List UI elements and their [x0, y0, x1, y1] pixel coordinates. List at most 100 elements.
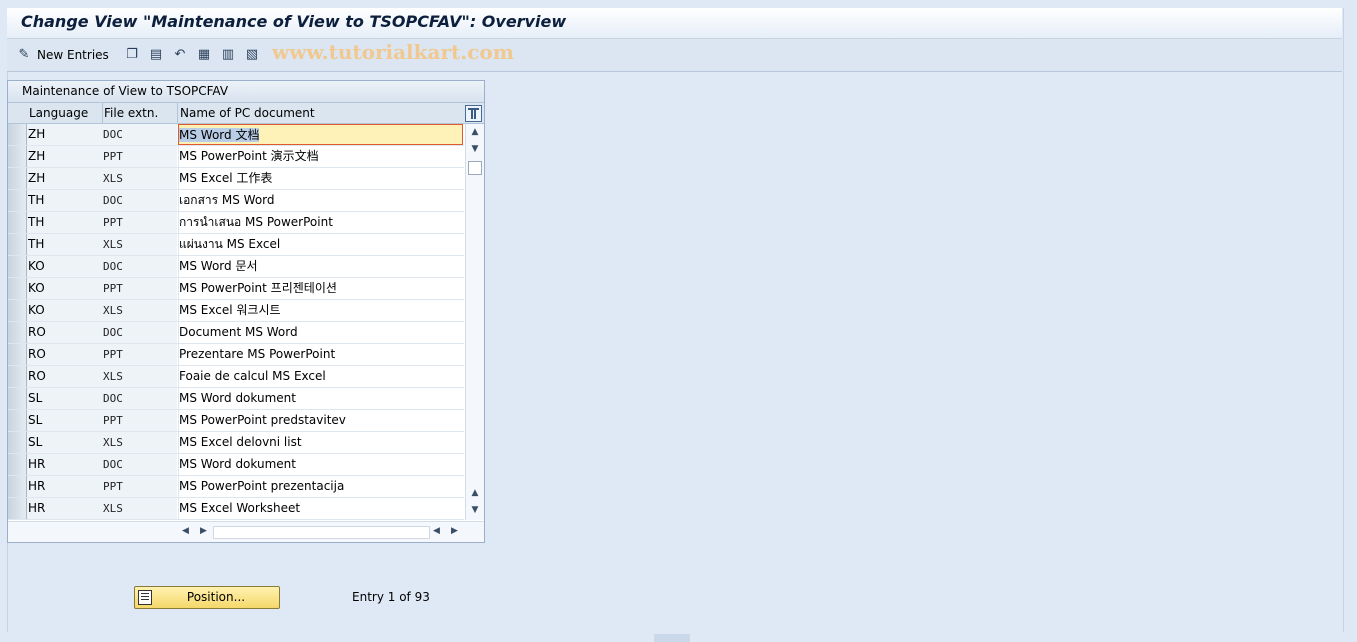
cell-name-input[interactable]: Prezentare MS PowerPoint [178, 344, 463, 365]
column-header-language[interactable]: Language [29, 106, 88, 120]
cell-language: ZH [28, 127, 46, 141]
table-row[interactable]: SL PPT MS PowerPoint predstavitev [8, 410, 464, 432]
table-row[interactable]: TH XLS แผ่นงาน MS Excel [8, 234, 464, 256]
row-selector[interactable] [8, 498, 27, 519]
cell-name-input[interactable]: MS Excel 워크시트 [178, 300, 463, 321]
vertical-scrollbar[interactable]: ▲ ▼ ▲ ▼ [465, 124, 484, 520]
cell-name-text: MS Excel Worksheet [179, 501, 301, 515]
scroll-right-icon[interactable]: ▶ [200, 526, 207, 536]
cell-name-input[interactable]: MS Excel 工作表 [178, 168, 463, 189]
row-selector[interactable] [8, 476, 27, 497]
cell-extension: DOC [103, 128, 123, 141]
cell-name-text: MS Word 문서 [179, 259, 258, 273]
cell-name-input[interactable]: MS Excel Worksheet [178, 498, 463, 519]
cell-name-input[interactable]: MS Word 문서 [178, 256, 463, 277]
scroll-bottom-icon[interactable]: ▼ [470, 505, 480, 515]
cell-name-input[interactable]: MS Word dokument [178, 388, 463, 409]
cell-language: SL [28, 435, 43, 449]
row-selector[interactable] [8, 256, 27, 277]
cell-name-input[interactable]: Foaie de calcul MS Excel [178, 366, 463, 387]
row-selector[interactable] [8, 300, 27, 321]
table-row[interactable]: SL DOC MS Word dokument [8, 388, 464, 410]
cell-name-input[interactable]: MS Excel delovni list [178, 432, 463, 453]
row-selector[interactable] [8, 454, 27, 475]
cell-language: RO [28, 325, 46, 339]
cell-name-text: MS Excel 워크시트 [179, 303, 281, 317]
table-row[interactable]: ZH PPT MS PowerPoint 演示文档 [8, 146, 464, 168]
scroll-track[interactable] [213, 526, 430, 539]
row-selector[interactable] [8, 190, 27, 211]
row-selector[interactable] [8, 234, 27, 255]
cell-name-input[interactable]: MS PowerPoint 演示文档 [178, 146, 463, 167]
new-entries-button[interactable]: ✎ New Entries [17, 46, 109, 64]
row-selector[interactable] [8, 366, 27, 387]
cell-name-input[interactable]: MS PowerPoint 프리젠테이션 [178, 278, 463, 299]
undo-icon: ↶ [174, 47, 186, 62]
cell-language: TH [28, 237, 45, 251]
scroll-up-icon[interactable]: ▼ [470, 144, 480, 154]
scroll-left-icon[interactable]: ◀ [182, 526, 189, 536]
table-row[interactable]: KO PPT MS PowerPoint 프리젠테이션 [8, 278, 464, 300]
cell-name-input[interactable]: MS PowerPoint prezentacija [178, 476, 463, 497]
row-selector[interactable] [8, 432, 27, 453]
column-header-name[interactable]: Name of PC document [180, 106, 315, 120]
cell-name-text: Document MS Word [179, 325, 298, 339]
deselect-all-button[interactable]: ▧ [245, 46, 259, 64]
cell-name-text: MS PowerPoint predstavitev [179, 413, 346, 427]
table-row[interactable]: SL XLS MS Excel delovni list [8, 432, 464, 454]
row-selector[interactable] [8, 344, 27, 365]
scroll-left-end-icon[interactable]: ◀ [433, 526, 440, 536]
row-selector[interactable] [8, 146, 27, 167]
scroll-right-end-icon[interactable]: ▶ [451, 526, 458, 536]
undo-button[interactable]: ↶ [173, 46, 187, 64]
cell-language: KO [28, 281, 45, 295]
watermark: www.tutorialkart.com [272, 40, 514, 64]
table-row[interactable]: ZH XLS MS Excel 工作表 [8, 168, 464, 190]
scroll-top-icon[interactable]: ▲ [470, 127, 480, 137]
cell-language: SL [28, 391, 43, 405]
scrollbar-thumb[interactable] [468, 161, 482, 175]
cell-extension: DOC [103, 326, 123, 339]
table-row[interactable]: ZH DOC MS Word 文档 [8, 124, 464, 146]
scroll-down-icon[interactable]: ▲ [470, 488, 480, 498]
cell-name-input[interactable]: เอกสาร MS Word [178, 190, 463, 211]
table-row[interactable]: RO XLS Foaie de calcul MS Excel [8, 366, 464, 388]
row-selector[interactable] [8, 322, 27, 343]
table-row[interactable]: RO PPT Prezentare MS PowerPoint [8, 344, 464, 366]
table-row[interactable]: TH PPT การนำเสนอ MS PowerPoint [8, 212, 464, 234]
cell-name-input[interactable]: Document MS Word [178, 322, 463, 343]
table-row[interactable]: KO XLS MS Excel 워크시트 [8, 300, 464, 322]
table-row[interactable]: HR PPT MS PowerPoint prezentacija [8, 476, 464, 498]
table-row[interactable]: TH DOC เอกสาร MS Word [8, 190, 464, 212]
table-row[interactable]: RO DOC Document MS Word [8, 322, 464, 344]
table-settings-icon[interactable] [465, 105, 482, 122]
window-edge [1348, 0, 1357, 642]
cell-name-input[interactable]: MS Word dokument [178, 454, 463, 475]
row-selector[interactable] [8, 212, 27, 233]
cell-name-input[interactable]: MS PowerPoint predstavitev [178, 410, 463, 431]
row-selector[interactable] [8, 388, 27, 409]
cell-name-input[interactable]: แผ่นงาน MS Excel [178, 234, 463, 255]
row-selector[interactable] [8, 278, 27, 299]
select-block-button[interactable]: ▥ [221, 46, 235, 64]
row-selector[interactable] [8, 410, 27, 431]
cell-extension: DOC [103, 458, 123, 471]
position-button[interactable]: Position... [134, 586, 280, 609]
horizontal-scrollbar[interactable]: ◀ ▶ ◀ ▶ [8, 521, 484, 542]
table-row[interactable]: KO DOC MS Word 문서 [8, 256, 464, 278]
cell-extension: PPT [103, 348, 123, 361]
table-row[interactable]: HR XLS MS Excel Worksheet [8, 498, 464, 520]
table-row[interactable]: HR DOC MS Word dokument [8, 454, 464, 476]
row-selector[interactable] [8, 168, 27, 189]
cell-name-input[interactable]: MS Word 文档 [178, 124, 463, 145]
column-header-extension[interactable]: File extn. [104, 106, 158, 120]
cell-language: KO [28, 259, 45, 273]
cell-name-input[interactable]: การนำเสนอ MS PowerPoint [178, 212, 463, 233]
select-all-button[interactable]: ▦ [197, 46, 211, 64]
cell-name-text: MS PowerPoint prezentacija [179, 479, 345, 493]
row-selector[interactable] [8, 124, 27, 145]
cell-extension: PPT [103, 150, 123, 163]
entry-counter: Entry 1 of 93 [352, 590, 430, 604]
copy-button[interactable]: ❐ [125, 46, 139, 64]
delete-button[interactable]: ▤ [149, 46, 163, 64]
